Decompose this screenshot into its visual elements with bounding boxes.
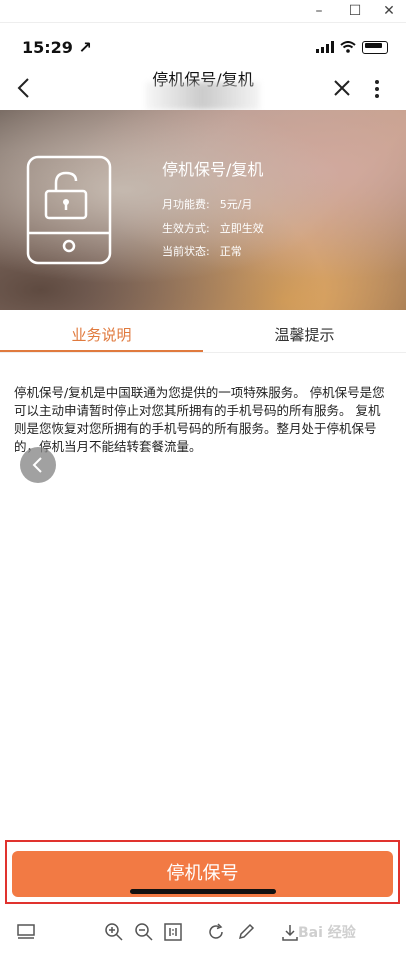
battery-icon [362, 40, 388, 54]
effect-row: 生效方式: 立即生效 [162, 220, 264, 236]
pencil-icon[interactable] [236, 922, 256, 942]
fee-row: 月功能费: 5元/月 [162, 196, 252, 212]
effect-value: 立即生效 [219, 222, 264, 235]
divider [0, 352, 406, 353]
zoom-in-icon[interactable] [104, 922, 124, 942]
state-row: 当前状态: 正常 [162, 243, 242, 259]
download-icon[interactable] [280, 922, 300, 942]
minimize-button[interactable]: – [306, 0, 332, 22]
tab-tips[interactable]: 温馨提示 [203, 318, 406, 352]
close-window-button[interactable]: ✕ [376, 0, 402, 22]
status-time: 15:29 ↗ [22, 38, 92, 57]
floating-back-button[interactable] [20, 447, 56, 483]
service-description: 停机保号/复机是中国联通为您提供的一项特殊服务。 停机保号是您可以主动申请暂时停… [14, 385, 385, 454]
tab-business-description[interactable]: 业务说明 [0, 318, 203, 352]
fee-label: 月功能费: [162, 198, 210, 211]
banner-title: 停机保号/复机 [162, 160, 264, 179]
chevron-left-icon [32, 457, 42, 473]
actual-size-icon[interactable] [163, 922, 183, 942]
effect-label: 生效方式: [162, 222, 210, 235]
layout-icon[interactable] [16, 922, 36, 942]
maximize-button[interactable]: ☐ [342, 0, 368, 22]
zoom-out-icon[interactable] [134, 922, 154, 942]
blurred-region [145, 82, 260, 110]
more-vertical-icon[interactable] [370, 78, 384, 100]
home-indicator [130, 889, 276, 894]
state-value: 正常 [219, 245, 242, 258]
rotate-icon[interactable] [206, 922, 226, 942]
status-icons [316, 40, 388, 54]
watermark: Bai 经验 [298, 925, 356, 941]
cellular-signal-icon [316, 41, 334, 53]
phone-unlock-icon [26, 155, 112, 265]
state-label: 当前状态: [162, 245, 210, 258]
fee-value: 5元/月 [219, 198, 253, 211]
wifi-icon [340, 41, 356, 53]
close-icon[interactable] [332, 78, 352, 98]
